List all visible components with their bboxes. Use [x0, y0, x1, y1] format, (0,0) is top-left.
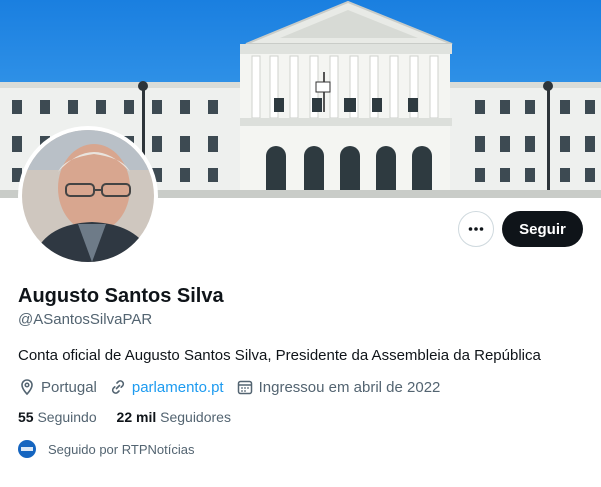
profile-stats: 55 Seguindo 22 mil Seguidores	[18, 409, 247, 425]
followed-by[interactable]: Seguido por RTPNotícias	[18, 440, 194, 458]
followers-stat[interactable]: 22 mil Seguidores	[117, 409, 231, 425]
location-text: Portugal	[41, 378, 97, 396]
more-icon	[468, 227, 484, 231]
more-options-button[interactable]	[458, 211, 494, 247]
rtp-logo-icon	[21, 447, 33, 451]
avatar-photo	[22, 130, 154, 262]
location-item: Portugal	[18, 378, 97, 396]
profile-bio: Conta oficial de Augusto Santos Silva, P…	[18, 347, 541, 364]
profile-meta: Portugal parlamento.pt Ingressou em abri…	[18, 378, 452, 396]
link-icon	[111, 380, 124, 394]
follow-button[interactable]: Seguir	[502, 211, 583, 247]
website-link[interactable]: parlamento.pt	[132, 379, 224, 396]
joined-item: Ingressou em abril de 2022	[236, 378, 441, 396]
followers-count: 22 mil	[116, 409, 157, 425]
following-count: 55	[18, 409, 34, 425]
profile-handle: @ASantosSilvaPAR	[18, 311, 153, 328]
location-icon	[21, 379, 33, 396]
follower-avatar	[18, 440, 36, 458]
followers-label: Seguidores	[160, 409, 231, 425]
joined-text: Ingressou em abril de 2022	[258, 378, 441, 396]
profile-avatar[interactable]	[18, 126, 158, 266]
profile-name: Augusto Santos Silva	[18, 285, 224, 307]
following-label: Seguindo	[37, 409, 97, 425]
calendar-icon	[237, 380, 252, 395]
following-stat[interactable]: 55 Seguindo	[18, 409, 97, 425]
followed-by-text: Seguido por RTPNotícias	[48, 441, 195, 457]
website-item[interactable]: parlamento.pt	[109, 378, 224, 396]
